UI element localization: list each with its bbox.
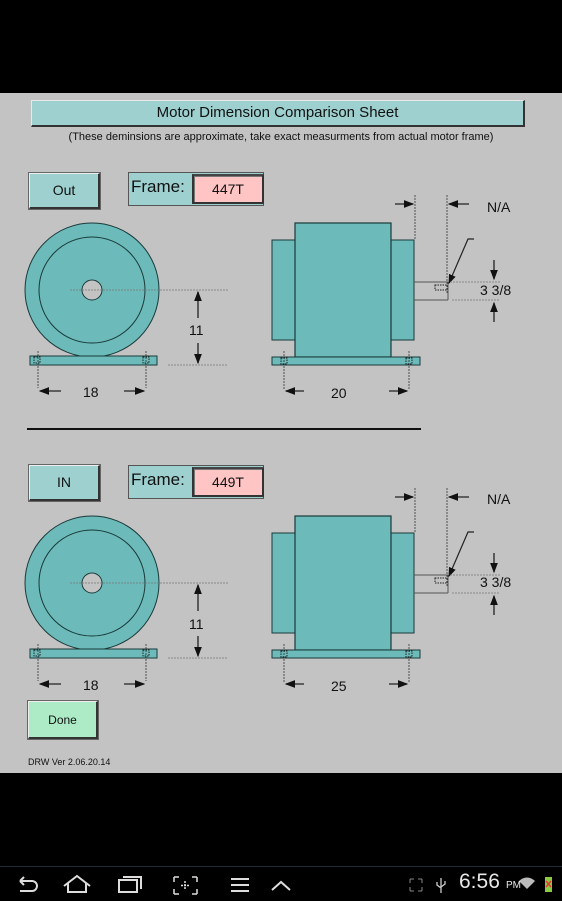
back-icon[interactable]: [19, 876, 38, 892]
out-shaft-height-label: 11: [189, 322, 204, 338]
out-foot-width-label: 18: [83, 384, 99, 400]
motor-1-drawing: [24, 195, 500, 395]
keyway: [434, 577, 448, 584]
wifi-icon: [519, 877, 535, 889]
keyway: [434, 284, 448, 291]
end-view-base: [29, 648, 158, 659]
end-view-base: [29, 355, 158, 366]
side-frame: [294, 222, 392, 358]
in-foot-length-label: 25: [331, 678, 347, 694]
side-end-bell-right: [390, 532, 415, 634]
side-end-bell-right: [390, 239, 415, 341]
in-foot-width-label: 18: [83, 677, 99, 693]
screenshot-icon[interactable]: [173, 876, 198, 895]
battery-icon: [545, 877, 552, 892]
out-foot-length-label: 20: [331, 385, 347, 401]
in-shaft-height-label: 11: [189, 616, 204, 632]
out-shaft-extension-label: N/A: [487, 199, 511, 215]
up-chevron-icon[interactable]: [271, 880, 291, 891]
side-frame: [294, 515, 392, 651]
side-base: [271, 356, 421, 366]
motor-2-drawing: [24, 488, 500, 688]
motor-drawings: [24, 195, 500, 688]
system-nav-bar: 6:56 PM: [0, 866, 562, 901]
in-shaft-diameter-label: 3 3/8: [480, 574, 512, 590]
done-button[interactable]: Done: [27, 700, 99, 740]
recent-apps-icon[interactable]: [118, 876, 142, 893]
keyway-leader: [448, 531, 474, 578]
in-shaft-extension-label: N/A: [487, 491, 511, 507]
side-end-bell-left: [271, 532, 296, 634]
fullscreen-icon[interactable]: [409, 878, 423, 892]
home-icon[interactable]: [63, 874, 91, 893]
clock-ampm: PM: [506, 880, 521, 891]
side-end-bell-left: [271, 239, 296, 341]
clock-time: 6:56: [459, 870, 500, 893]
out-shaft-diameter-label: 3 3/8: [480, 282, 512, 298]
version-text: DRW Ver 2.06.20.14: [28, 757, 111, 767]
menu-icon[interactable]: [231, 878, 249, 892]
keyway-leader: [448, 238, 474, 285]
side-base: [271, 649, 421, 659]
app-window: Motor Dimension Comparison Sheet (These …: [0, 93, 562, 773]
usb-icon: [436, 878, 446, 893]
